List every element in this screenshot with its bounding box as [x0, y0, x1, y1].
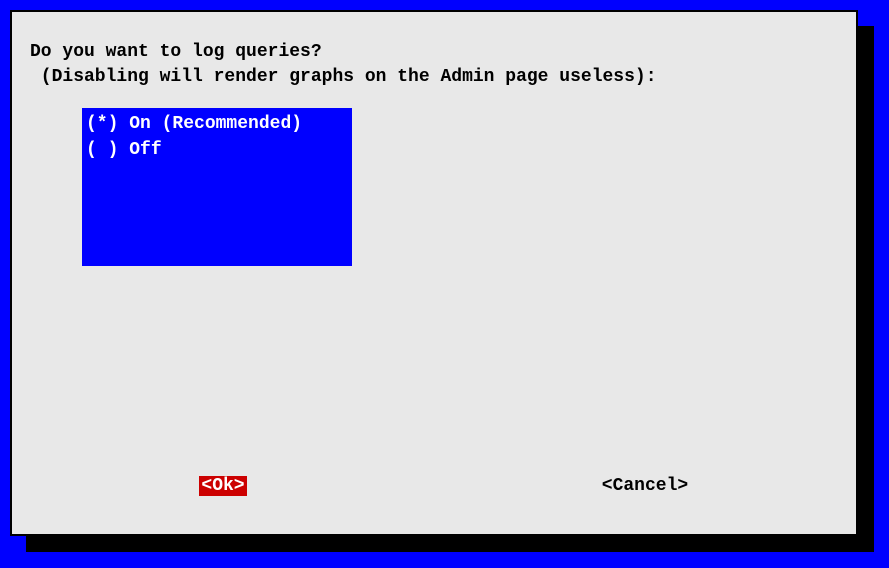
radio-option-off[interactable]: ( ) Off: [82, 138, 352, 163]
prompt-text-line2: (Disabling will render graphs on the Adm…: [30, 65, 838, 90]
radio-option-on[interactable]: (*) On (Recommended): [82, 112, 352, 137]
ok-button[interactable]: <Ok>: [199, 476, 246, 496]
prompt-text-line1: Do you want to log queries?: [30, 40, 838, 65]
cancel-button[interactable]: <Cancel>: [602, 476, 688, 496]
radio-list[interactable]: (*) On (Recommended) ( ) Off: [82, 108, 352, 266]
button-row: <Ok> <Cancel>: [12, 476, 856, 496]
radio-label: On (Recommended): [129, 114, 302, 134]
radio-label: Off: [129, 140, 161, 160]
radio-marker: ( ): [86, 140, 118, 160]
dialog-box: Do you want to log queries? (Disabling w…: [10, 10, 858, 536]
radio-marker: (*): [86, 114, 118, 134]
